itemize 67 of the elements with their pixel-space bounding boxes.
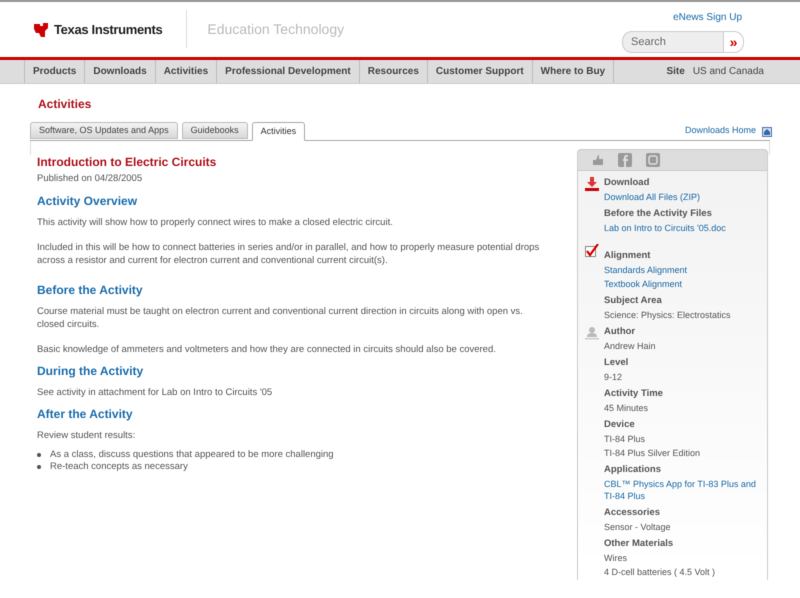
checkbox-icon xyxy=(585,244,599,258)
download-icon xyxy=(585,177,599,191)
facebook-icon[interactable] xyxy=(618,153,632,167)
nav-link[interactable]: Resources xyxy=(360,60,428,83)
section-heading: After the Activity xyxy=(37,406,134,424)
logo-icon xyxy=(32,20,50,39)
downloads-home-link[interactable]: Downloads Home xyxy=(684,124,756,137)
info-heading: Other Materials xyxy=(604,538,674,550)
search-button[interactable]: » xyxy=(724,31,744,53)
search-field[interactable]: Search xyxy=(622,31,724,53)
paragraph: Course material must be taught on electron current and conventional current direction in circuits along with open vs. closed circuits. xyxy=(37,305,524,332)
info-heading: Level xyxy=(604,357,630,369)
nav-link[interactable]: Where to Buy xyxy=(532,60,614,83)
nav-link[interactable]: Activities xyxy=(156,60,218,83)
info-link[interactable]: CBL™ Physics App for TI-83 Plus and TI-84 Plus xyxy=(604,478,763,502)
paragraph: Included in this will be how to connect batteries in series and/or in parallel, and how to properly measure potential drops across a resistor and current for electron current and conventional current circuit(s). xyxy=(37,241,540,268)
info-heading: Download xyxy=(604,177,650,189)
page-title: Activities xyxy=(38,96,92,113)
paragraph: Basic knowledge of ammeters and voltmeters and how they are connected in circuits should also be covered. xyxy=(37,343,497,356)
enews-link[interactable]: eNews Sign Up xyxy=(673,10,742,25)
section-heading: During the Activity xyxy=(37,363,144,380)
info-text: TI-84 Plus Silver Edition xyxy=(604,447,702,459)
info-heading: Author xyxy=(604,326,636,338)
article-title: Introduction to Electric Circuits xyxy=(37,155,218,170)
paragraph: This activity will show how to properly connect wires to make a closed electric circuit. xyxy=(37,216,394,230)
info-text: 45 Minutes xyxy=(604,402,650,414)
tab[interactable]: Activities xyxy=(252,122,306,141)
tab[interactable]: Software, OS Updates and Apps xyxy=(30,122,178,139)
bullet-icon xyxy=(37,465,41,470)
person-icon xyxy=(585,326,599,340)
list-item: As a class, discuss questions that appeared to be more challenging xyxy=(50,449,334,462)
thumbs-up-icon[interactable] xyxy=(592,154,604,166)
nav-link[interactable]: Professional Development xyxy=(217,60,360,83)
section-title: Education Technology xyxy=(207,20,344,39)
info-heading: Before the Activity Files xyxy=(604,208,713,220)
site-selector[interactable]: US and Canada xyxy=(692,64,764,79)
info-link[interactable]: Lab on Intro to Circuits '05.doc xyxy=(604,222,763,234)
info-text: Sensor - Voltage xyxy=(604,521,672,533)
section-heading: Activity Overview xyxy=(37,193,138,210)
info-heading: Activity Time xyxy=(604,388,664,400)
site-label: Site xyxy=(666,65,685,79)
info-text: Wires xyxy=(604,552,628,564)
info-link[interactable]: Textbook Alignment xyxy=(604,278,763,290)
info-text: TI-84 Plus xyxy=(604,433,646,445)
paragraph: See activity in attachment for Lab on Intro to Circuits '05 xyxy=(37,386,274,400)
paragraph: Review student results: xyxy=(37,429,136,442)
brand-name: Texas Instruments xyxy=(54,21,162,39)
section-heading: Before the Activity xyxy=(37,282,144,300)
list-item: Re-teach concepts as necessary xyxy=(50,461,188,474)
info-heading: Device xyxy=(604,419,636,431)
info-link[interactable]: Download All Files (ZIP) xyxy=(604,191,763,203)
info-link[interactable]: Standards Alignment xyxy=(604,264,763,276)
info-text: 4 D-cell batteries ( 4.5 Volt ) xyxy=(604,566,716,578)
info-heading: Accessories xyxy=(604,507,661,519)
nav-link[interactable]: Customer Support xyxy=(428,60,533,83)
info-text: 9-12 xyxy=(604,371,624,383)
nav-link[interactable]: Products xyxy=(25,60,86,83)
publish-date: Published on 04/28/2005 xyxy=(37,172,144,186)
bullet-icon xyxy=(37,453,41,458)
tab[interactable]: Guidebooks xyxy=(182,122,248,139)
info-heading: Applications xyxy=(604,464,662,476)
info-text: Andrew Hain xyxy=(604,340,657,352)
info-text: Science: Physics: Electrostatics xyxy=(604,309,732,321)
info-heading: Alignment xyxy=(604,250,652,262)
info-heading: Subject Area xyxy=(604,295,663,307)
nav-link[interactable]: Downloads xyxy=(85,60,156,83)
home-icon[interactable] xyxy=(762,127,772,137)
